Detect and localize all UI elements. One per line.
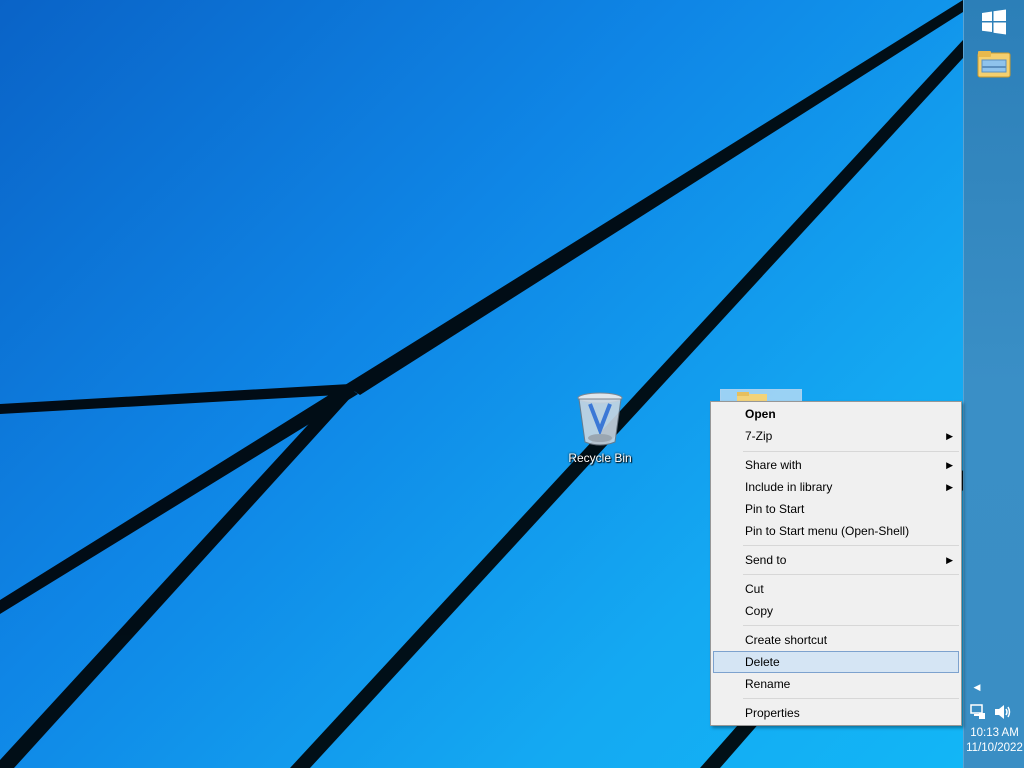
menu-item-label: Cut bbox=[745, 582, 764, 596]
menu-item-label: Copy bbox=[745, 604, 774, 618]
menu-item-delete[interactable]: Delete bbox=[713, 651, 959, 673]
menu-item-label: Send to bbox=[745, 553, 787, 567]
menu-item-create-shortcut[interactable]: Create shortcut bbox=[713, 629, 959, 651]
menu-item-label: Create shortcut bbox=[745, 633, 828, 647]
taskbar-file-explorer[interactable] bbox=[974, 44, 1014, 84]
network-icon[interactable] bbox=[970, 704, 986, 720]
recycle-bin-label: Recycle Bin bbox=[568, 451, 632, 465]
clock[interactable]: 10:13 AM 11/10/2022 bbox=[964, 726, 1024, 756]
menu-item-copy[interactable]: Copy bbox=[713, 600, 959, 622]
menu-item-send-to[interactable]: Send to ▶ bbox=[713, 549, 959, 571]
clock-time: 10:13 AM bbox=[970, 727, 1019, 739]
start-button[interactable] bbox=[974, 2, 1014, 42]
menu-item-include-in-library[interactable]: Include in library ▶ bbox=[713, 476, 959, 498]
menu-item-label: Pin to Start menu (Open-Shell) bbox=[745, 524, 910, 538]
menu-item-7zip[interactable]: 7-Zip ▶ bbox=[713, 425, 959, 447]
menu-item-label: Properties bbox=[745, 706, 800, 720]
recycle-bin-icon bbox=[577, 392, 623, 446]
menu-item-label: Include in library bbox=[745, 480, 833, 494]
menu-item-label: Rename bbox=[745, 677, 791, 691]
submenu-arrow-icon: ▶ bbox=[946, 555, 953, 565]
clock-date: 11/10/2022 bbox=[966, 742, 1023, 754]
volume-icon[interactable] bbox=[994, 704, 1012, 720]
menu-item-label: 7-Zip bbox=[745, 429, 773, 443]
menu-item-pin-to-start[interactable]: Pin to Start bbox=[713, 498, 959, 520]
menu-item-cut[interactable]: Cut bbox=[713, 578, 959, 600]
menu-item-label: Delete bbox=[745, 655, 780, 669]
submenu-arrow-icon: ▶ bbox=[946, 482, 953, 492]
submenu-arrow-icon: ▶ bbox=[946, 460, 953, 470]
taskbar: ◀ 10:13 AM 11/10/2022 bbox=[963, 0, 1024, 768]
menu-item-rename[interactable]: Rename bbox=[713, 673, 959, 695]
menu-item-label: Pin to Start bbox=[745, 502, 805, 516]
notification-area bbox=[970, 702, 1020, 722]
menu-separator bbox=[743, 545, 959, 546]
menu-item-label: Share with bbox=[745, 458, 802, 472]
menu-separator bbox=[743, 451, 959, 452]
file-explorer-icon bbox=[977, 51, 1011, 78]
submenu-arrow-icon: ▶ bbox=[946, 431, 953, 441]
menu-item-label: Open bbox=[745, 407, 776, 421]
recycle-bin-shortcut[interactable]: Recycle Bin bbox=[566, 390, 634, 465]
menu-separator bbox=[743, 574, 959, 575]
windows-logo-icon bbox=[982, 9, 1006, 35]
menu-item-open[interactable]: Open bbox=[713, 403, 959, 425]
menu-item-pin-to-start-menu-open-shell[interactable]: Pin to Start menu (Open-Shell) bbox=[713, 520, 959, 542]
menu-separator bbox=[743, 698, 959, 699]
context-menu: Open 7-Zip ▶ Share with ▶ Include in lib… bbox=[710, 401, 962, 726]
show-hidden-icons-button[interactable]: ◀ bbox=[970, 680, 984, 694]
menu-separator bbox=[743, 625, 959, 626]
menu-item-properties[interactable]: Properties bbox=[713, 702, 959, 724]
menu-item-share-with[interactable]: Share with ▶ bbox=[713, 454, 959, 476]
